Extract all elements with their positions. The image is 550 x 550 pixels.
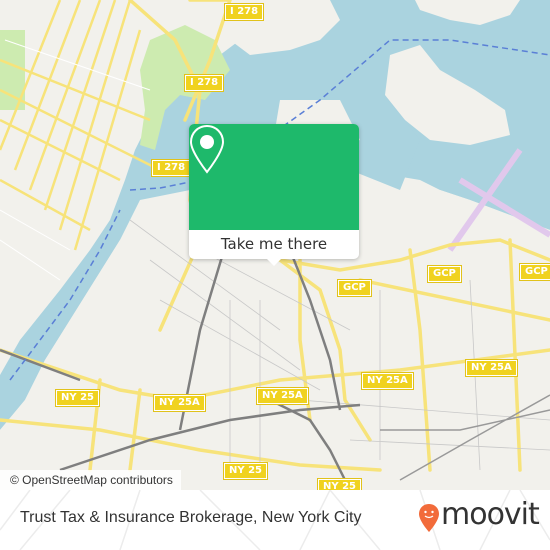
popup-pointer <box>267 259 281 266</box>
road-label: NY 25 <box>222 462 269 480</box>
road-label: GCP <box>519 263 550 281</box>
road-label: NY 25A <box>465 359 518 377</box>
map-pin-icon <box>189 124 225 174</box>
road-label: NY 25A <box>361 372 414 390</box>
moovit-pin-icon <box>419 504 439 532</box>
road-label: NY 25 <box>316 478 363 490</box>
place-title: Trust Tax & Insurance Brokerage, New Yor… <box>20 509 362 526</box>
road-label: GCP <box>337 279 372 297</box>
road-label: NY 25 <box>54 389 101 407</box>
road-label: I 278 <box>150 159 192 177</box>
take-me-there-button[interactable]: Take me there <box>189 230 359 259</box>
moovit-logo[interactable]: moovit <box>418 497 540 535</box>
road-label: NY 25A <box>256 387 309 405</box>
road-label: NY 25A <box>153 394 206 412</box>
location-popup: Take me there <box>189 124 359 266</box>
map-view[interactable]: I 278 I 278 I 278 GCP GCP GCP NY 25 NY 2… <box>0 0 550 490</box>
footer-bar: Trust Tax & Insurance Brokerage, New Yor… <box>0 490 550 550</box>
brand-name: moovit <box>441 497 540 532</box>
road-label: I 278 <box>223 3 265 21</box>
road-label: GCP <box>427 265 462 283</box>
popup-header <box>189 124 359 230</box>
map-attribution[interactable]: © OpenStreetMap contributors <box>0 470 181 490</box>
road-label: I 278 <box>183 74 225 92</box>
